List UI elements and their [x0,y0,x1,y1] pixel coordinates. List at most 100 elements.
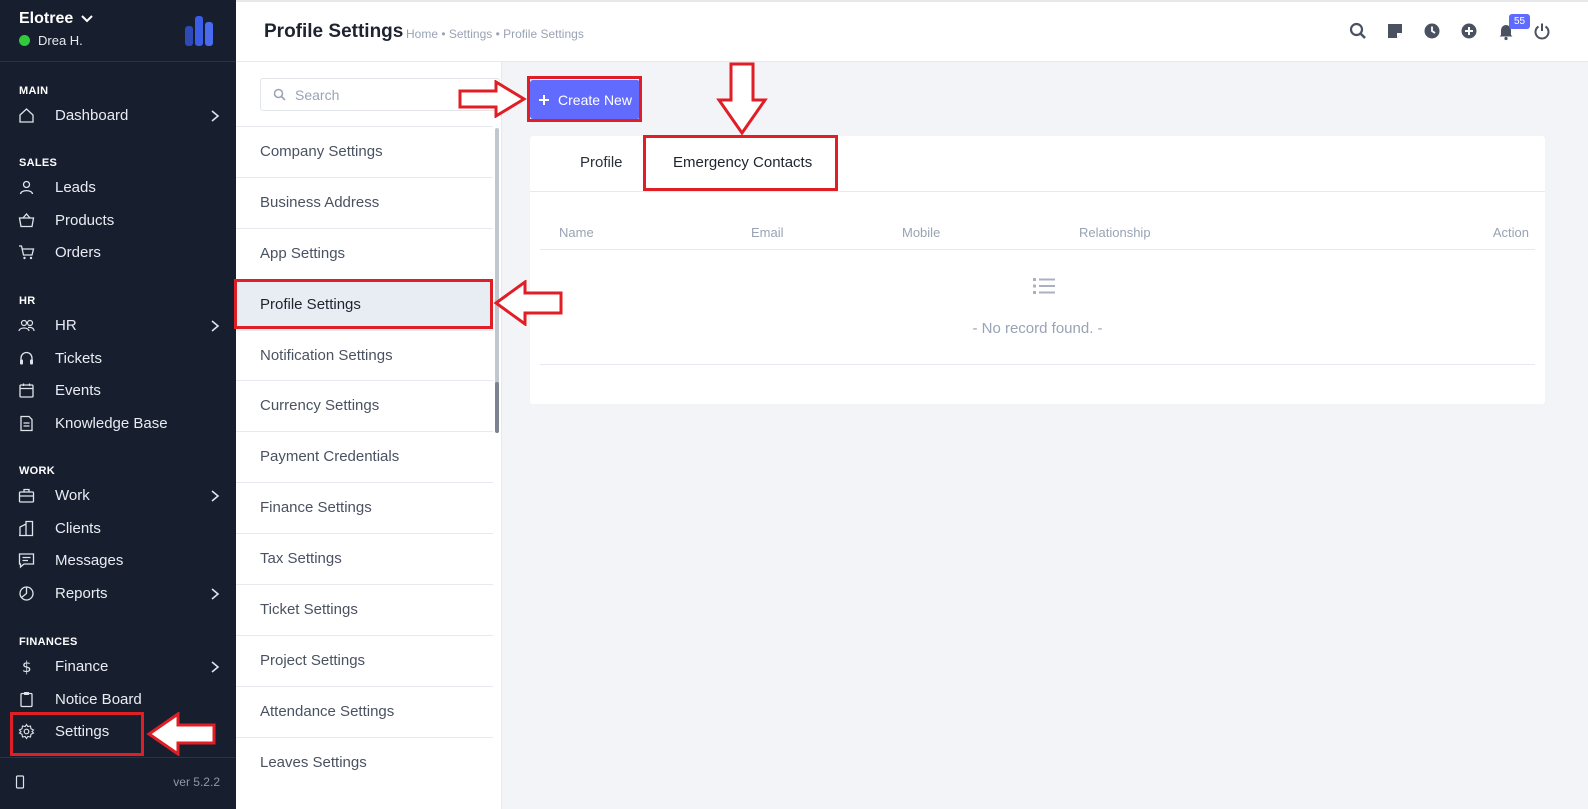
sidebar-item-notice-board[interactable]: Notice Board [0,685,236,715]
profile-tabs: Profile Emergency Contacts [530,136,1545,192]
tab-profile[interactable]: Profile [580,154,623,171]
headset-icon [20,351,33,365]
company-logo-icon [185,16,213,46]
chevron-right-icon [211,588,220,600]
sidebar-item-hr[interactable]: HR [0,311,236,341]
power-icon[interactable] [1532,21,1552,41]
chevron-right-icon [211,110,220,122]
page-title: Profile Settings [264,21,404,42]
add-circle-icon[interactable] [1459,21,1479,41]
app-version: ver 5.2.2 [173,775,220,789]
sidebar-item-label: Knowledge Base [55,415,168,432]
active-tab-indicator [646,188,838,191]
settings-menu-item[interactable]: Currency Settings [236,380,493,431]
column-header-mobile: Mobile [902,225,941,240]
sidebar-item-reports[interactable]: Reports [0,579,236,609]
sidebar-item-label: Tickets [55,350,102,367]
sidebar-item-label: Leads [55,179,96,196]
gear-icon [18,723,35,740]
plus-icon [539,94,550,105]
sidebar-item-products[interactable]: Products [0,206,236,236]
sticky-note-icon[interactable] [1385,21,1405,41]
create-new-button[interactable]: Create New [530,80,640,119]
sidebar-item-label: Clients [55,520,101,537]
create-new-label: Create New [558,91,632,108]
settings-menu-scrollbar[interactable] [495,128,501,433]
settings-menu-item[interactable]: Company Settings [236,126,493,177]
empty-state-message: - No record found. - [972,320,1103,337]
svg-text:$: $ [22,658,32,675]
column-header-name: Name [559,225,594,240]
settings-menu-item[interactable]: Project Settings [236,634,493,686]
settings-menu-item[interactable]: Attendance Settings [236,685,493,737]
dollar-icon: $ [22,658,32,675]
scrollbar-thumb[interactable] [495,382,499,433]
table-header: Name Email Mobile Relationship Action [540,212,1535,250]
section-hr: HR [19,295,36,307]
clock-icon[interactable] [1422,21,1442,41]
sidebar-item-settings[interactable]: Settings [0,717,236,747]
settings-menu-item[interactable]: Payment Credentials [236,431,493,482]
sidebar-item-knowledge-base[interactable]: Knowledge Base [0,409,236,439]
sidebar-item-orders[interactable]: Orders [0,238,236,268]
document-icon [20,415,33,432]
sidebar-item-finance[interactable]: $ Finance [0,652,236,682]
user-name: Drea H. [38,33,83,48]
sidebar-item-clients[interactable]: Clients [0,514,236,544]
settings-menu-item[interactable]: Tax Settings [236,533,493,584]
sidebar-item-label: Notice Board [55,691,142,708]
column-header-action: Action [1492,225,1529,240]
chevron-right-icon [211,661,220,673]
sidebar-item-work[interactable]: Work [0,481,236,511]
sidebar: Elotree Drea H. MAIN Dashboard SALES Lea… [0,0,236,809]
chat-icon [18,553,35,569]
brand-header[interactable]: Elotree Drea H. [0,0,236,62]
section-main: MAIN [19,85,49,97]
sidebar-item-messages[interactable]: Messages [0,546,236,576]
sidebar-item-tickets[interactable]: Tickets [0,344,236,374]
settings-menu-item[interactable]: Ticket Settings [236,584,493,635]
list-icon [1033,278,1055,294]
sidebar-footer: ver 5.2.2 [0,757,236,809]
settings-menu-item[interactable]: Business Address [236,176,493,228]
table-footer-divider [540,364,1535,365]
settings-search[interactable] [260,78,500,111]
sidebar-item-events[interactable]: Events [0,376,236,406]
settings-menu-item[interactable]: Finance Settings [236,482,493,533]
chevron-down-icon[interactable] [80,12,94,26]
section-work: WORK [19,465,56,477]
sidebar-item-dashboard[interactable]: Dashboard [0,101,236,131]
section-sales: SALES [19,157,58,169]
settings-menu-item[interactable]: App Settings [236,227,493,279]
online-status-dot [19,35,30,46]
pie-chart-icon [19,586,34,601]
settings-menu-item-active[interactable]: Profile Settings [236,278,493,330]
tab-emergency-contacts[interactable]: Emergency Contacts [673,154,812,171]
company-name[interactable]: Elotree [19,10,73,28]
sidebar-item-leads[interactable]: Leads [0,173,236,203]
sidebar-item-label: HR [55,317,77,334]
emergency-contacts-card: Profile Emergency Contacts Name Email Mo… [530,136,1545,404]
settings-search-input[interactable] [295,84,485,106]
sidebar-item-label: Reports [55,585,108,602]
sidebar-item-label: Settings [55,723,110,740]
arrow-down-icon [716,62,768,136]
settings-menu: Company Settings Business Address App Se… [236,62,502,809]
sidebar-item-label: Products [55,212,115,229]
sidebar-item-label: Dashboard [55,107,129,124]
people-icon [18,319,35,332]
column-header-email: Email [751,225,784,240]
basket-icon [18,213,35,228]
calendar-icon [19,383,34,398]
settings-menu-item[interactable]: Notification Settings [236,329,493,381]
sidebar-item-label: Messages [55,552,124,569]
search-icon[interactable] [1348,21,1368,41]
mobile-icon[interactable] [15,775,25,789]
breadcrumb: Home • Settings • Profile Settings [406,27,584,41]
home-icon [19,108,34,123]
settings-menu-item[interactable]: Leaves Settings [236,736,493,788]
cart-icon [19,245,35,260]
user-status: Drea H. [19,33,83,48]
briefcase-icon [18,488,35,503]
top-header: Profile Settings Home • Settings • Profi… [236,0,1588,62]
